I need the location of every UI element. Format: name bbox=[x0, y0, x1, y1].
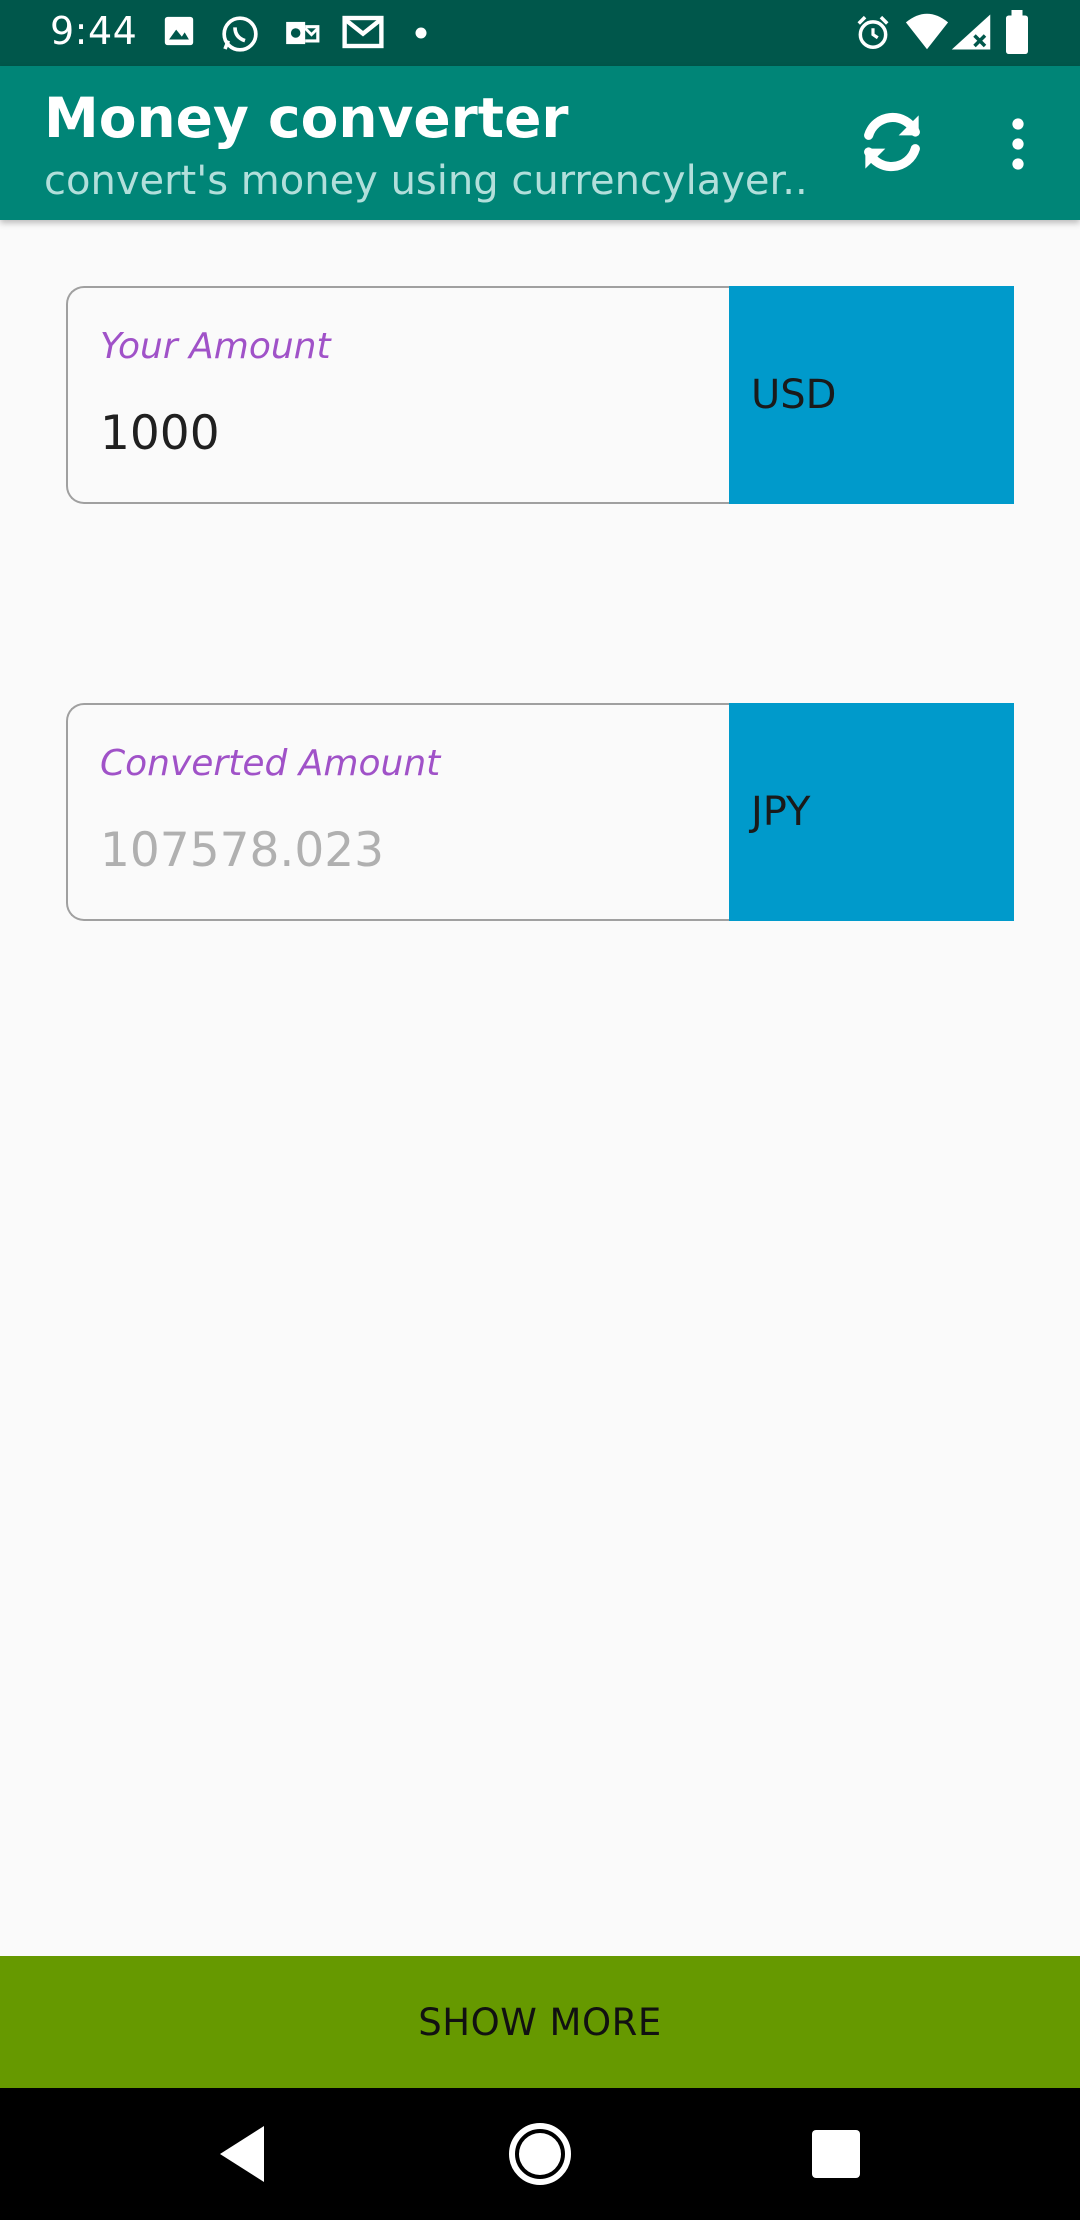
dot-icon bbox=[415, 27, 427, 39]
home-icon[interactable] bbox=[504, 2118, 576, 2190]
target-currency-selector[interactable]: JPY bbox=[729, 703, 1014, 921]
wifi-icon bbox=[905, 13, 949, 50]
signal-icon bbox=[951, 14, 991, 50]
image-icon bbox=[164, 16, 194, 46]
back-icon[interactable] bbox=[208, 2118, 280, 2190]
source-amount-input[interactable]: 1000 bbox=[100, 406, 220, 461]
app-title: Money converter bbox=[44, 86, 569, 150]
source-amount-label: Your Amount bbox=[100, 326, 331, 367]
source-currency-label: USD bbox=[751, 372, 837, 418]
refresh-icon[interactable] bbox=[852, 102, 932, 182]
recents-icon[interactable] bbox=[800, 2118, 872, 2190]
gmail-icon bbox=[342, 15, 384, 49]
target-currency-label: JPY bbox=[751, 789, 811, 835]
battery-icon bbox=[1006, 10, 1028, 54]
outlook-icon bbox=[286, 21, 320, 45]
app-subtitle: convert's money using currencylayer.... bbox=[44, 158, 804, 204]
converted-amount-value: 107578.023 bbox=[100, 823, 385, 878]
source-amount-field[interactable]: Your Amount 1000 bbox=[66, 286, 740, 504]
show-more-button[interactable]: SHOW MORE bbox=[0, 1956, 1080, 2088]
app-bar: Money converter convert's money using cu… bbox=[0, 66, 1080, 220]
status-time: 9:44 bbox=[50, 9, 138, 53]
source-amount-row: Your Amount 1000 USD bbox=[66, 286, 1014, 504]
whatsapp-icon bbox=[222, 16, 258, 52]
converted-amount-field: Converted Amount 107578.023 bbox=[66, 703, 740, 921]
more-vert-icon[interactable] bbox=[990, 114, 1046, 174]
screen: 9:44 Money converter convert's money usi… bbox=[0, 0, 1080, 2220]
converted-amount-label: Converted Amount bbox=[100, 743, 441, 784]
converted-amount-row: Converted Amount 107578.023 JPY bbox=[66, 703, 1014, 921]
source-currency-selector[interactable]: USD bbox=[729, 286, 1014, 504]
alarm-icon bbox=[857, 15, 889, 49]
navigation-bar bbox=[0, 2088, 1080, 2220]
status-bar: 9:44 bbox=[0, 0, 1080, 66]
